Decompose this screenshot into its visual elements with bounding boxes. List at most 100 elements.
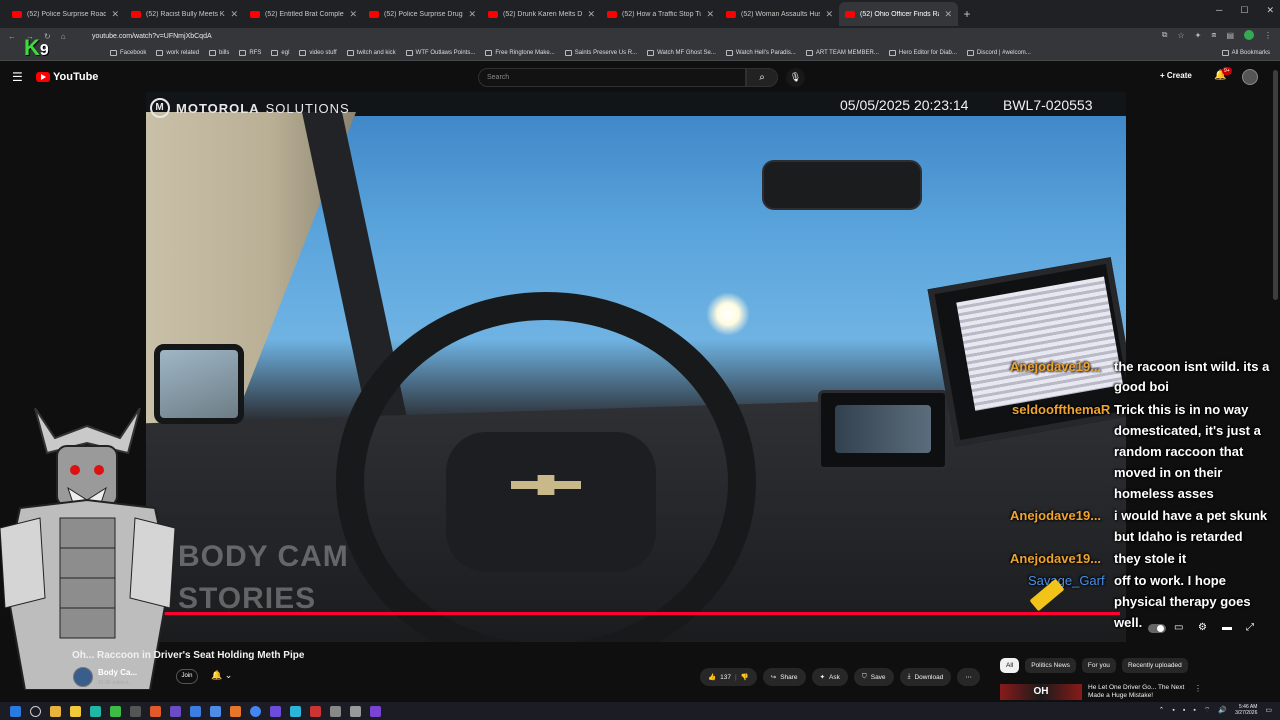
bookmark-folder[interactable]: twitch and kick: [346, 49, 396, 56]
close-window-icon[interactable]: ✕: [1266, 5, 1274, 16]
bookmark-star-icon[interactable]: ☆: [1177, 31, 1184, 40]
bookmark-folder[interactable]: work related: [156, 49, 199, 56]
app-icon[interactable]: [110, 705, 121, 717]
network-icon[interactable]: ⌔: [1204, 706, 1211, 715]
tab-close-icon[interactable]: ✕: [230, 9, 238, 20]
download-button[interactable]: ⤓ Download: [899, 668, 952, 686]
notification-icon[interactable]: ▭: [1265, 706, 1272, 714]
bookmark-item[interactable]: WTF Outlaws Points...: [405, 49, 475, 56]
tab-close-icon[interactable]: ✕: [468, 9, 476, 20]
home-icon[interactable]: ⌂: [61, 32, 66, 41]
voice-search-button[interactable]: 🎙: [786, 68, 805, 87]
tab-close-icon[interactable]: ✕: [825, 9, 833, 20]
file-explorer-icon[interactable]: [50, 705, 61, 717]
theater-mode-icon[interactable]: ▬: [1222, 622, 1232, 633]
tab-close-icon[interactable]: ✕: [706, 9, 714, 20]
chip-politics-news[interactable]: Politics News: [1025, 658, 1076, 673]
channel-avatar[interactable]: [73, 667, 93, 687]
tab-close-icon[interactable]: ✕: [349, 9, 357, 20]
bookmark-item[interactable]: Watch Hell's Paradis...: [725, 49, 796, 56]
app-icon[interactable]: [290, 705, 301, 717]
bookmark-item[interactable]: Saints Preserve Us R...: [564, 49, 637, 56]
firefox-icon[interactable]: [230, 705, 241, 717]
search-icon[interactable]: [30, 705, 41, 717]
app-icon[interactable]: [310, 705, 321, 717]
bookmark-item[interactable]: Hero Editor for Diab...: [888, 49, 957, 56]
extension-icon[interactable]: ✦: [1195, 31, 1202, 40]
bookmark-item[interactable]: Discord | #welcom...: [966, 49, 1031, 56]
back-icon[interactable]: ←: [8, 32, 16, 41]
tab-close-icon[interactable]: ✕: [111, 9, 119, 20]
channel-name[interactable]: Body Ca...: [98, 668, 137, 677]
recommended-video-title[interactable]: He Let One Driver Go... The Next Made a …: [1088, 684, 1198, 700]
settings-icon[interactable]: [350, 705, 361, 717]
browser-tab[interactable]: (52) Police Surprise Drug Deale... ✕: [363, 2, 482, 26]
app-icon[interactable]: [90, 705, 101, 717]
bookmark-folder[interactable]: video stuff: [299, 49, 337, 56]
save-button[interactable]: ⛉ Save: [853, 668, 894, 686]
app-icon[interactable]: [210, 705, 221, 717]
taskbar-clock[interactable]: 5:46 AM 3/27/2026: [1235, 704, 1257, 716]
chrome-icon[interactable]: [250, 705, 261, 717]
sidebar-icon[interactable]: ▤: [1226, 31, 1234, 40]
install-icon[interactable]: ⧉: [1162, 30, 1168, 40]
browser-tab[interactable]: (52) Police Surprise Road Rage ✕: [6, 2, 125, 26]
tray-app-icon[interactable]: ▪: [1172, 707, 1174, 714]
app-icon[interactable]: [130, 705, 141, 717]
thumbs-down-icon[interactable]: 👎: [741, 673, 749, 681]
settings-gear-icon[interactable]: ⚙: [1198, 622, 1207, 633]
browser-tab[interactable]: (52) Woman Assaults Husband ✕: [720, 2, 839, 26]
account-avatar[interactable]: [1242, 69, 1258, 85]
app-icon[interactable]: [330, 705, 341, 717]
share-button[interactable]: ↪ Share: [762, 668, 806, 686]
windows-start-icon[interactable]: [10, 705, 21, 717]
bookmark-folder[interactable]: bills: [209, 49, 229, 56]
join-button[interactable]: Join: [176, 669, 198, 684]
create-button[interactable]: + Create: [1160, 71, 1192, 80]
chip-all[interactable]: All: [1000, 658, 1020, 673]
chip-recently-uploaded[interactable]: Recently uploaded: [1121, 658, 1188, 673]
bookmark-folder[interactable]: RFS: [239, 49, 261, 56]
app-icon[interactable]: [370, 705, 381, 717]
more-actions-button[interactable]: ⋯: [957, 668, 980, 686]
discord-icon[interactable]: [270, 705, 281, 717]
autoplay-toggle[interactable]: [1148, 624, 1166, 633]
chevron-up-icon[interactable]: ⌃: [1158, 706, 1164, 714]
chip-for-you[interactable]: For you: [1081, 658, 1116, 673]
browser-tab[interactable]: (52) Entitled Brat Completely L... ✕: [244, 2, 363, 26]
ask-button[interactable]: ✦ Ask: [811, 668, 848, 686]
recommended-more-icon[interactable]: ⋮: [1194, 684, 1202, 693]
tab-close-icon[interactable]: ✕: [944, 9, 952, 20]
bookmark-item[interactable]: Watch MF Ghost Se...: [647, 49, 716, 56]
tray-app-icon[interactable]: ▪: [1193, 707, 1195, 714]
video-progress-bar[interactable]: [150, 612, 1120, 615]
browser-tab[interactable]: (52) How a Traffic Stop Turned ✕: [601, 2, 720, 26]
tray-app-icon[interactable]: ▪: [1183, 707, 1185, 714]
tab-close-icon[interactable]: ✕: [587, 9, 595, 20]
sticky-notes-icon[interactable]: [70, 705, 81, 717]
browser-tab[interactable]: (52) Racist Bully Meets Karma ✕: [125, 2, 244, 26]
browser-tab-active[interactable]: (52) Ohio Officer Finds Rac... ✕: [839, 2, 958, 26]
menu-kebab-icon[interactable]: ⋮: [1264, 31, 1272, 40]
fullscreen-icon[interactable]: ⤢: [1246, 622, 1254, 633]
volume-icon[interactable]: 🔊: [1218, 706, 1227, 714]
all-bookmarks-folder[interactable]: All Bookmarks: [1221, 49, 1270, 56]
subtitles-icon[interactable]: ▭: [1174, 622, 1183, 633]
app-icon[interactable]: [190, 705, 201, 717]
browser-tab[interactable]: (52) Drunk Karen Melts Down a... ✕: [482, 2, 601, 26]
recommended-video-thumbnail[interactable]: OH: [1000, 684, 1082, 700]
new-tab-button[interactable]: +: [958, 7, 976, 21]
bookmark-item[interactable]: Free Ringtone Make...: [485, 49, 555, 56]
youtube-logo[interactable]: YouTube: [36, 71, 98, 83]
app-icon[interactable]: [150, 705, 161, 717]
bookmark-item[interactable]: ART TEAM MEMBER...: [805, 49, 879, 56]
extensions-puzzle-icon[interactable]: ⧈: [1211, 30, 1216, 40]
like-button[interactable]: 👍 137 | 👎: [700, 668, 757, 686]
url-field[interactable]: youtube.com/watch?v=UFNmjXbCqdA: [92, 33, 212, 40]
profile-avatar[interactable]: [1244, 30, 1254, 40]
search-input[interactable]: Search: [478, 68, 746, 87]
maximize-icon[interactable]: ☐: [1240, 5, 1248, 16]
bookmark-folder[interactable]: egl: [271, 49, 289, 56]
page-scrollbar[interactable]: [1273, 70, 1278, 300]
app-icon[interactable]: [170, 705, 181, 717]
